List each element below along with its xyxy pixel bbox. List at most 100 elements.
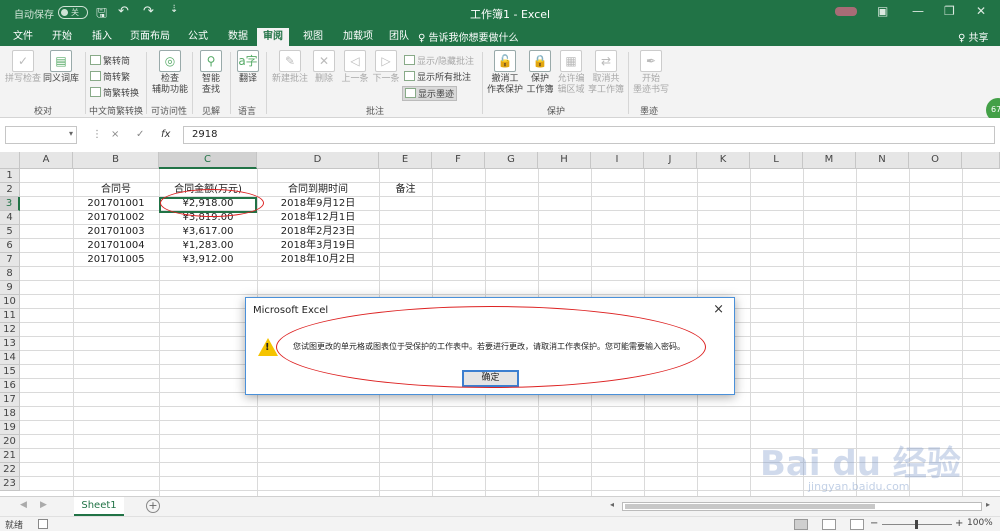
zoom-level[interactable]: 100% bbox=[967, 518, 993, 528]
page-layout-view-icon[interactable] bbox=[822, 519, 836, 530]
autosave-toggle[interactable]: 关 bbox=[58, 6, 88, 19]
tab-file[interactable]: 文件 bbox=[7, 28, 39, 46]
cell-due-date[interactable]: 2018年3月19日 bbox=[257, 239, 379, 253]
cell-contract-no[interactable]: 201701004 bbox=[73, 239, 159, 253]
tell-me-search[interactable]: ♀ 告诉我你想要做什么 bbox=[418, 29, 519, 44]
column-header-g[interactable]: G bbox=[485, 152, 538, 169]
tab-insert[interactable]: 插入 bbox=[86, 28, 118, 46]
to-traditional-button[interactable]: 繁转简 bbox=[90, 54, 130, 67]
cell-contract-no[interactable]: 201701003 bbox=[73, 225, 159, 239]
customize-toolbar-icon[interactable]: ⇣ bbox=[170, 4, 178, 15]
start-inking-button[interactable]: ✒ 开始 墨迹书写 bbox=[632, 50, 670, 96]
row-header[interactable]: 11 bbox=[0, 309, 20, 323]
previous-comment-button[interactable]: ◁ 上一条 bbox=[340, 50, 370, 85]
column-header-d[interactable]: D bbox=[257, 152, 379, 169]
tab-formulas[interactable]: 公式 bbox=[182, 28, 214, 46]
close-icon[interactable]: ✕ bbox=[976, 4, 986, 18]
show-hide-comment-button[interactable]: 显示/隐藏批注 bbox=[404, 54, 474, 67]
redo-icon[interactable]: ↷ bbox=[143, 4, 154, 19]
column-header-h[interactable]: H bbox=[538, 152, 591, 169]
sheet-tab-sheet1[interactable]: Sheet1 bbox=[74, 497, 124, 516]
cell-due-date[interactable]: 2018年2月23日 bbox=[257, 225, 379, 239]
thesaurus-button[interactable]: ▤ 同义词库 bbox=[42, 50, 80, 85]
tab-team[interactable]: 团队 bbox=[383, 28, 415, 46]
column-header-n[interactable]: N bbox=[856, 152, 909, 169]
row-header[interactable]: 5 bbox=[0, 225, 20, 239]
row-header[interactable]: 17 bbox=[0, 393, 20, 407]
cell-due-date[interactable]: 2018年10月2日 bbox=[257, 253, 379, 267]
tab-data[interactable]: 数据 bbox=[222, 28, 254, 46]
row-header[interactable]: 9 bbox=[0, 281, 20, 295]
row-header[interactable]: 1 bbox=[0, 169, 20, 183]
normal-view-icon[interactable] bbox=[794, 519, 808, 530]
column-header-i[interactable]: I bbox=[591, 152, 644, 169]
zoom-slider-thumb[interactable] bbox=[915, 520, 918, 529]
row-header[interactable]: 10 bbox=[0, 295, 20, 309]
tab-view[interactable]: 视图 bbox=[297, 28, 329, 46]
name-box[interactable]: ▾ bbox=[5, 126, 77, 144]
row-header-selected[interactable]: 3 bbox=[0, 197, 20, 211]
column-header-f[interactable]: F bbox=[432, 152, 485, 169]
translate-button[interactable]: a字 翻译 bbox=[234, 50, 262, 85]
column-header-c[interactable]: C bbox=[159, 152, 257, 169]
column-header-m[interactable]: M bbox=[803, 152, 856, 169]
unshare-workbook-button[interactable]: ⇄ 取消共 享工作簿 bbox=[588, 50, 624, 96]
add-sheet-button[interactable]: + bbox=[146, 499, 160, 513]
row-header[interactable]: 19 bbox=[0, 421, 20, 435]
column-header-e[interactable]: E bbox=[379, 152, 432, 169]
row-header[interactable]: 15 bbox=[0, 365, 20, 379]
row-header[interactable]: 21 bbox=[0, 449, 20, 463]
column-header-j[interactable]: J bbox=[644, 152, 697, 169]
check-accessibility-button[interactable]: ◎ 检查 辅助功能 bbox=[150, 50, 190, 96]
horizontal-scrollbar[interactable] bbox=[622, 502, 982, 511]
column-header-l[interactable]: L bbox=[750, 152, 803, 169]
to-simplified-button[interactable]: 简转繁 bbox=[90, 70, 130, 83]
delete-comment-button[interactable]: ✕ 删除 bbox=[311, 50, 337, 85]
show-all-comments-button[interactable]: 显示所有批注 bbox=[404, 70, 471, 83]
next-sheet-icon[interactable]: ▶ bbox=[40, 500, 47, 510]
row-header[interactable]: 12 bbox=[0, 323, 20, 337]
row-header[interactable]: 4 bbox=[0, 211, 20, 225]
show-ink-button[interactable]: 显示墨迹 bbox=[402, 86, 458, 101]
row-header[interactable]: 2 bbox=[0, 183, 20, 197]
cell-d2-header[interactable]: 合同到期时间 bbox=[257, 183, 379, 197]
prev-sheet-icon[interactable]: ◀ bbox=[20, 500, 27, 510]
spelling-button[interactable]: ✓ 拼写检查 bbox=[5, 50, 41, 85]
cell-due-date[interactable]: 2018年9月12日 bbox=[257, 197, 379, 211]
new-comment-button[interactable]: ✎ 新建批注 bbox=[270, 50, 310, 85]
convert-button[interactable]: 简繁转换 bbox=[90, 86, 139, 99]
insert-function-icon[interactable]: fx bbox=[161, 129, 170, 140]
row-header[interactable]: 23 bbox=[0, 477, 20, 491]
row-header[interactable]: 18 bbox=[0, 407, 20, 421]
cell-due-date[interactable]: 2018年12月1日 bbox=[257, 211, 379, 225]
row-header[interactable]: 13 bbox=[0, 337, 20, 351]
ribbon-display-icon[interactable]: ▣ bbox=[877, 4, 888, 18]
protect-workbook-button[interactable]: 🔒 保护 工作簿 bbox=[526, 50, 554, 96]
tab-addins[interactable]: 加载项 bbox=[337, 28, 379, 46]
scroll-left-icon[interactable]: ◂ bbox=[610, 500, 614, 509]
cell-amount[interactable]: ¥1,283.00 bbox=[159, 239, 257, 253]
cell-b2-header[interactable]: 合同号 bbox=[73, 183, 159, 197]
column-header-a[interactable]: A bbox=[20, 152, 73, 169]
row-header[interactable]: 6 bbox=[0, 239, 20, 253]
tab-review[interactable]: 审阅 bbox=[257, 28, 289, 46]
undo-icon[interactable]: ↶ bbox=[118, 4, 129, 19]
smart-lookup-button[interactable]: ⚲ 智能 查找 bbox=[196, 50, 226, 96]
restore-icon[interactable]: ❐ bbox=[944, 4, 955, 18]
row-header[interactable]: 8 bbox=[0, 267, 20, 281]
unprotect-sheet-button[interactable]: 🔓 撤消工 作表保护 bbox=[485, 50, 525, 96]
row-header[interactable]: 22 bbox=[0, 463, 20, 477]
page-break-view-icon[interactable] bbox=[850, 519, 864, 530]
cell-amount[interactable]: ¥3,617.00 bbox=[159, 225, 257, 239]
column-header-k[interactable]: K bbox=[697, 152, 750, 169]
row-header[interactable]: 14 bbox=[0, 351, 20, 365]
scrollbar-thumb[interactable] bbox=[625, 504, 875, 509]
cell-contract-no[interactable]: 201701001 bbox=[73, 197, 159, 211]
row-header[interactable]: 20 bbox=[0, 435, 20, 449]
tab-page-layout[interactable]: 页面布局 bbox=[124, 28, 176, 46]
minimize-icon[interactable]: — bbox=[912, 4, 924, 18]
column-header-blank[interactable] bbox=[962, 152, 1000, 169]
cell-contract-no[interactable]: 201701005 bbox=[73, 253, 159, 267]
close-icon[interactable]: × bbox=[713, 302, 724, 317]
cell-contract-no[interactable]: 201701002 bbox=[73, 211, 159, 225]
